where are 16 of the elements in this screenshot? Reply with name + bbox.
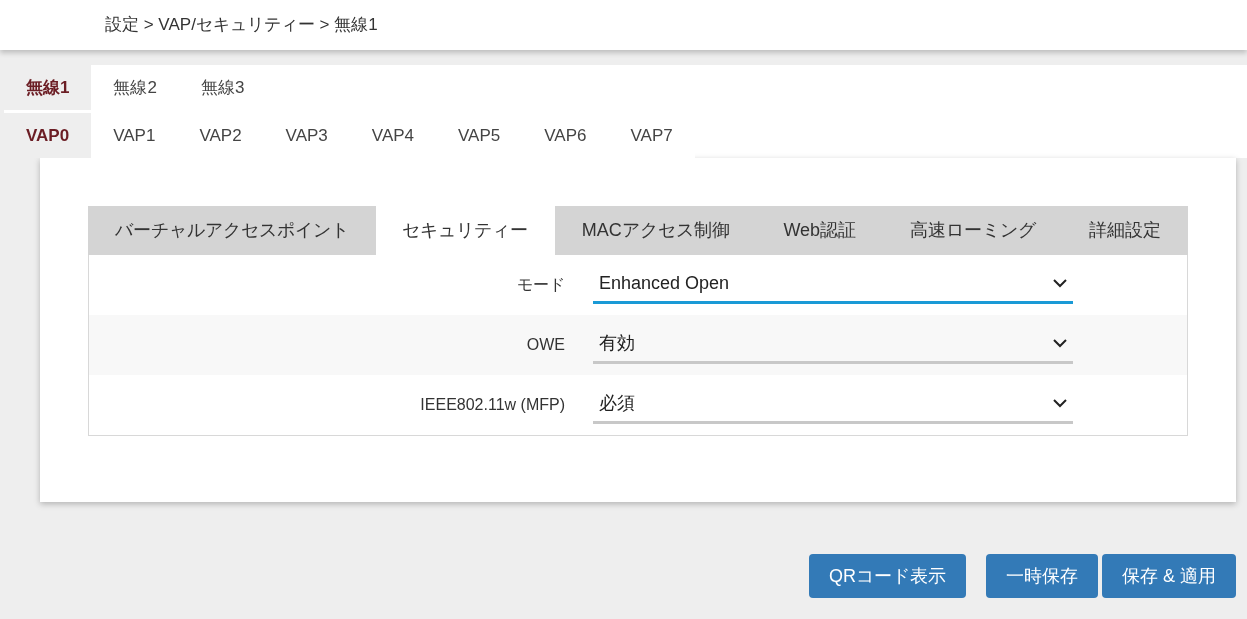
field-label: IEEE802.11w (MFP) [419, 395, 565, 415]
action-button[interactable]: 保存 & 適用 [1102, 554, 1236, 598]
field-label: OWE [525, 335, 565, 355]
section-tab[interactable]: セキュリティー [375, 206, 556, 255]
chevron-down-icon [1053, 399, 1067, 408]
select-field[interactable]: 有効 [593, 326, 1073, 364]
select-field[interactable]: 必須 [593, 386, 1073, 424]
tab[interactable]: VAP0 [4, 113, 92, 158]
chevron-down-icon [1053, 339, 1067, 348]
action-button[interactable]: QRコード表示 [809, 554, 966, 598]
chevron-down-icon [1053, 279, 1067, 288]
tab[interactable]: 無線1 [4, 65, 92, 110]
select-field[interactable]: Enhanced Open [593, 266, 1073, 304]
breadcrumb: 設定 > VAP/セキュリティー > 無線1 [105, 14, 378, 37]
action-button[interactable]: 一時保存 [986, 554, 1098, 598]
field-label: モード [516, 275, 565, 295]
